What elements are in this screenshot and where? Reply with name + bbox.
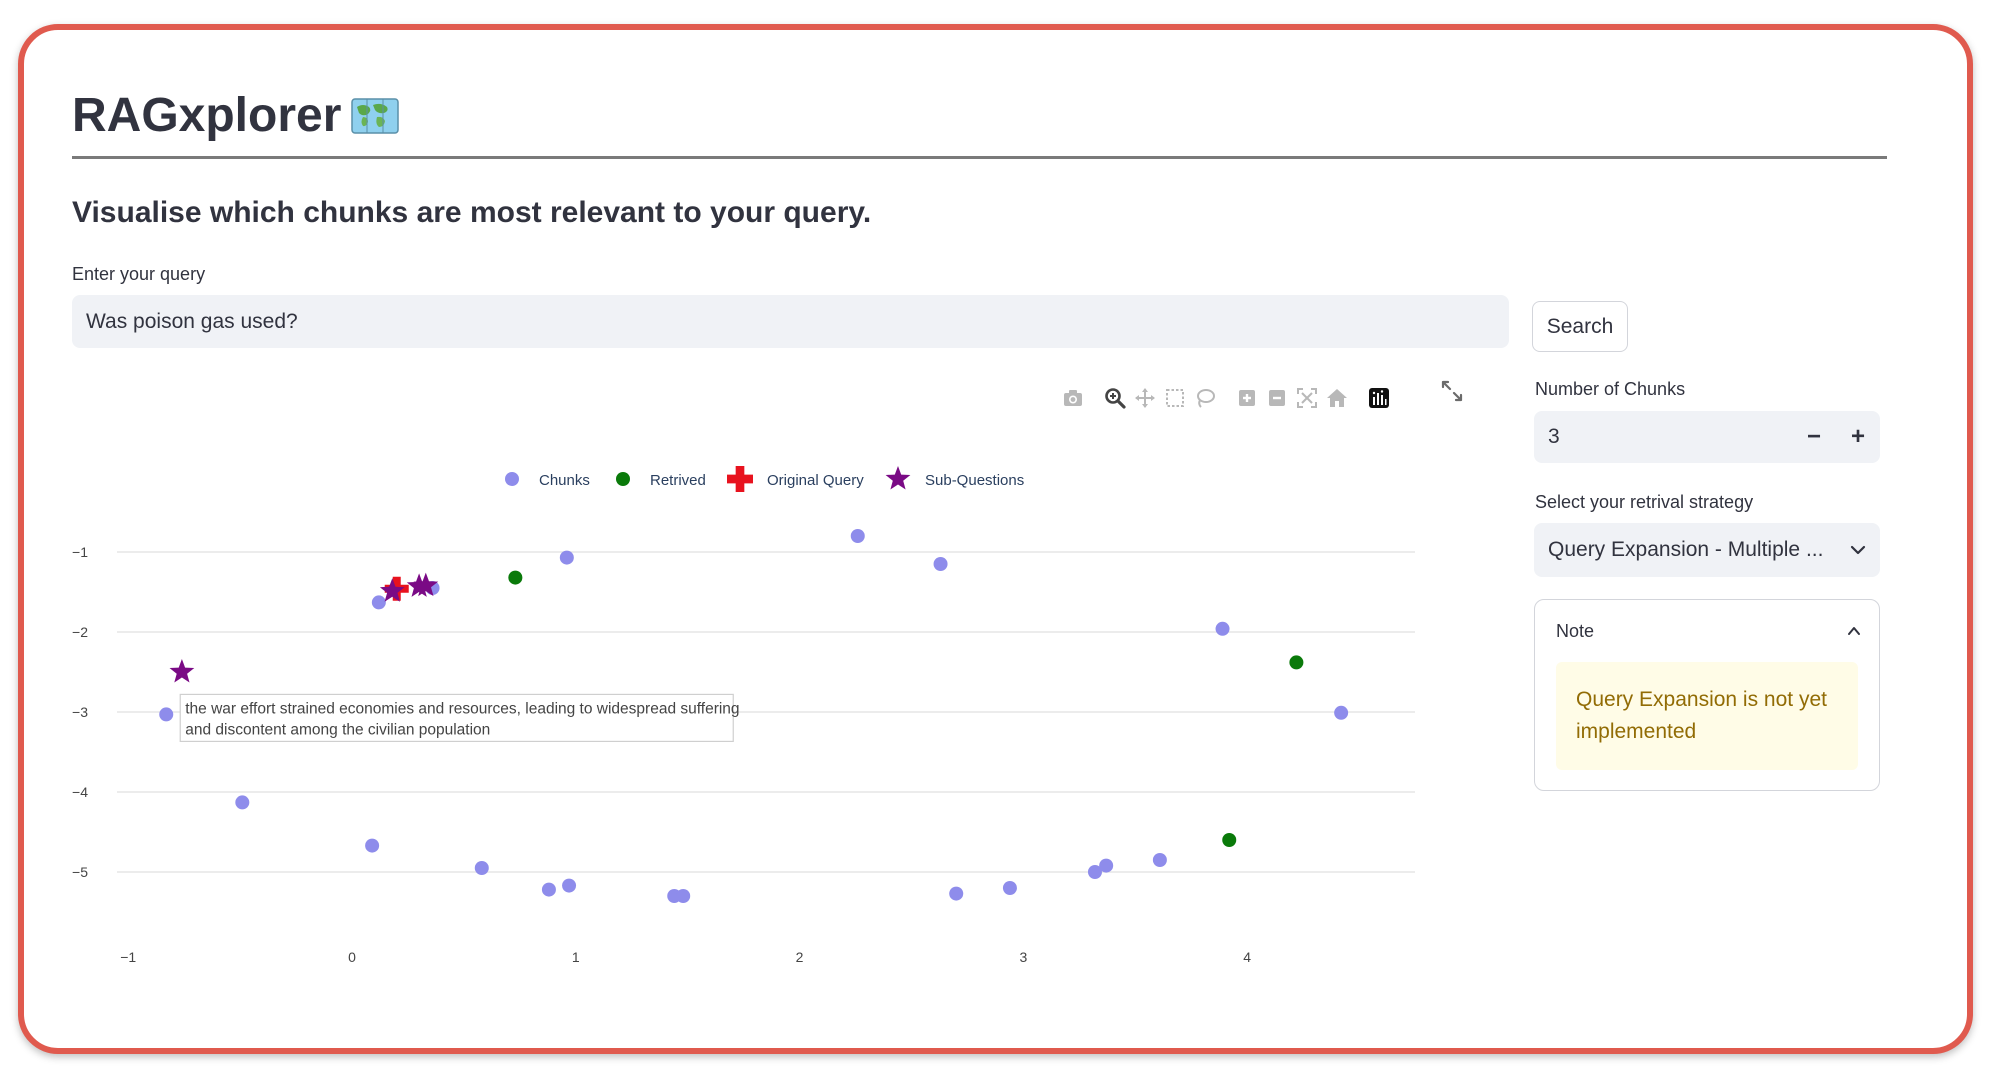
- chevron-down-icon[interactable]: [1836, 541, 1880, 559]
- strategy-select[interactable]: Query Expansion - Multiple ...: [1534, 523, 1880, 577]
- box-select-icon[interactable]: [1160, 383, 1190, 413]
- zoom-out-icon[interactable]: [1262, 383, 1292, 413]
- zoom-icon[interactable]: [1100, 383, 1130, 413]
- note-warning: Query Expansion is not yet implemented: [1556, 662, 1858, 770]
- chunks-label: Number of Chunks: [1535, 379, 1686, 399]
- page-title: RAGxplorer: [72, 88, 400, 143]
- query-label: Enter your query: [72, 264, 206, 284]
- note-expander-header[interactable]: Note: [1535, 600, 1879, 662]
- page-subtitle: Visualise which chunks are most relevant…: [72, 196, 872, 229]
- chevron-up-icon[interactable]: [1829, 623, 1879, 639]
- plotly-logo-icon[interactable]: [1364, 383, 1394, 413]
- fullscreen-icon[interactable]: [1440, 379, 1464, 403]
- lasso-icon[interactable]: [1190, 383, 1220, 413]
- reset-axes-icon[interactable]: [1322, 383, 1352, 413]
- chunks-stepper[interactable]: 3 − +: [1534, 411, 1880, 463]
- autoscale-icon[interactable]: [1292, 383, 1322, 413]
- decrement-button[interactable]: −: [1792, 411, 1836, 463]
- app-title-text: RAGxplorer: [72, 89, 342, 142]
- title-divider: [72, 156, 1887, 159]
- pan-icon[interactable]: [1130, 383, 1160, 413]
- strategy-label: Select your retrival strategy: [1535, 492, 1754, 512]
- chart-modebar: [1058, 383, 1394, 413]
- note-title: Note: [1556, 620, 1595, 641]
- camera-icon[interactable]: [1058, 383, 1088, 413]
- increment-button[interactable]: +: [1836, 411, 1880, 463]
- search-button[interactable]: Search: [1532, 301, 1628, 352]
- note-expander: Note Query Expansion is not yet implemen…: [1534, 599, 1880, 791]
- strategy-selected-value[interactable]: Query Expansion - Multiple ...: [1534, 538, 1836, 562]
- world-map-icon: [351, 97, 400, 134]
- query-input[interactable]: [72, 295, 1509, 348]
- zoom-in-icon[interactable]: [1232, 383, 1262, 413]
- chunks-value[interactable]: 3: [1534, 425, 1792, 449]
